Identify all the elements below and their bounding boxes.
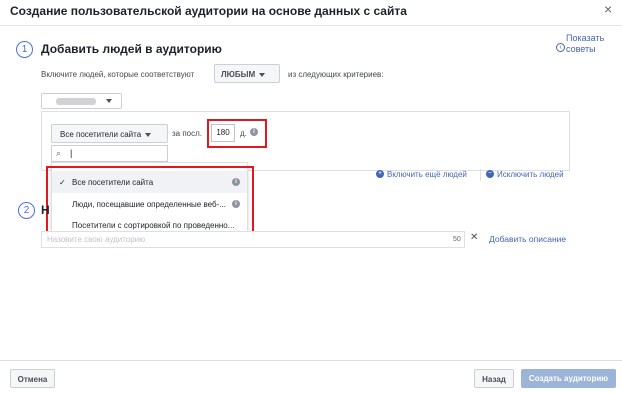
dialog-header: Создание пользовательской аудитории на о… [0, 0, 622, 26]
audience-name-input[interactable]: Назовите свою аудиторию 50 [41, 231, 465, 248]
audience-name-placeholder: Назовите свою аудиторию [47, 235, 146, 244]
include-prefix-text: Включите людей, которые соответствуют [41, 70, 195, 79]
source-pixel-dropdown[interactable] [41, 93, 122, 109]
step-2-heading: Н [41, 203, 50, 217]
days-unit: д. [240, 129, 247, 138]
chevron-down-icon [145, 132, 152, 137]
include-more-link[interactable]: Включить ещё людей [387, 170, 467, 179]
step-2-number: 2 [18, 202, 35, 219]
search-cursor: | [70, 148, 73, 158]
add-description-link[interactable]: Добавить описание [489, 234, 566, 244]
retention-days-input[interactable]: 180 [211, 124, 235, 142]
exclude-link[interactable]: Исключить людей [497, 170, 564, 179]
clear-icon[interactable]: ✕ [470, 232, 478, 243]
char-limit-counter: 50 [453, 236, 461, 243]
match-any-dropdown[interactable]: ЛЮБЫМ [214, 64, 280, 83]
cancel-button[interactable]: Отмена [10, 369, 55, 388]
step-1-heading: Добавить людей в аудиторию [41, 42, 222, 56]
chevron-down-icon [259, 72, 266, 77]
blurred-pixel-name [56, 98, 96, 105]
chevron-left-icon[interactable]: ‹ [556, 43, 565, 52]
step-1-number: 1 [16, 41, 33, 58]
dialog-title: Создание пользовательской аудитории на о… [10, 4, 407, 18]
show-tips-link-line1[interactable]: Показать [566, 33, 604, 43]
close-icon[interactable]: × [604, 1, 612, 17]
chevron-down-icon [106, 99, 112, 103]
include-suffix-text: из следующих критериев: [288, 70, 384, 79]
visitor-type-dropdown[interactable]: Все посетители сайта [51, 124, 168, 143]
info-icon[interactable]: i [250, 128, 258, 136]
divider [480, 169, 481, 181]
show-tips-link-line2[interactable]: советы [566, 44, 596, 54]
period-label: за посл. [172, 129, 203, 138]
back-button[interactable]: Назад [474, 369, 514, 388]
plus-icon[interactable]: + [376, 170, 384, 178]
menu-highlight-box [46, 166, 254, 237]
match-any-value: ЛЮБЫМ [221, 70, 256, 79]
visitor-search-input[interactable]: ⌕ | [51, 145, 168, 162]
search-icon: ⌕ [56, 148, 62, 158]
minus-icon[interactable]: − [486, 170, 494, 178]
visitor-type-value: Все посетители сайта [60, 130, 142, 139]
create-audience-button[interactable]: Создать аудиторию [521, 369, 616, 388]
